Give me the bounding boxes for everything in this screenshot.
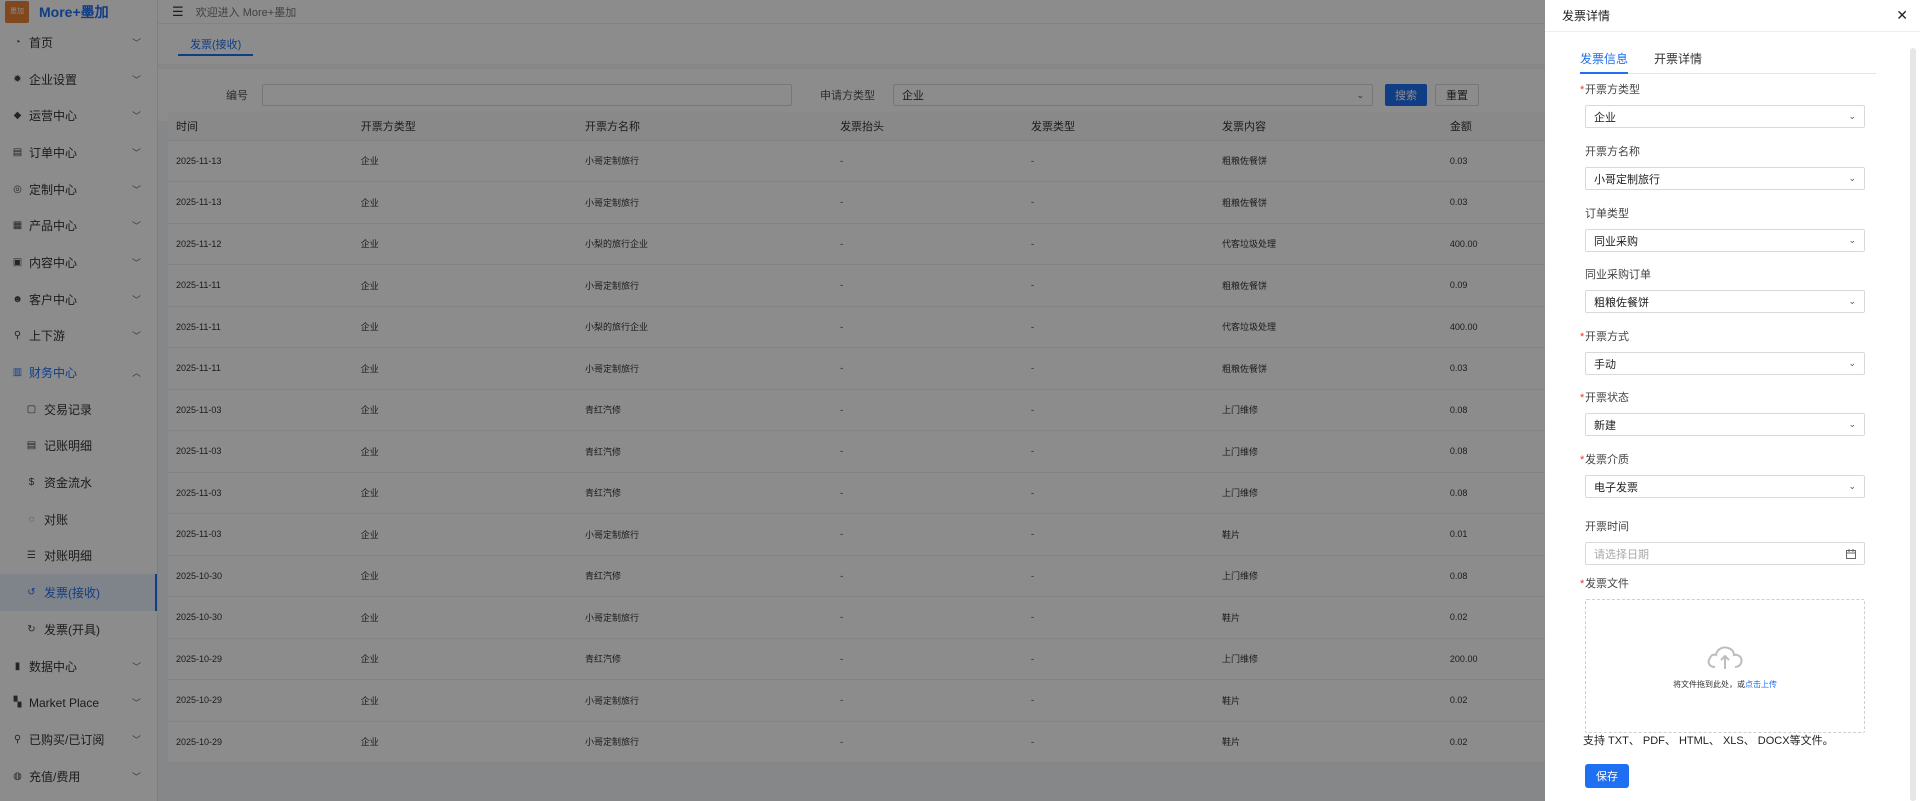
upload-hint: 将文件拖到此处，或点击上传 — [1673, 679, 1777, 690]
drawer-header: 发票详情 ✕ — [1545, 0, 1920, 32]
field-label: 同业采购订单 — [1585, 268, 1865, 282]
required-mark: * — [1580, 454, 1585, 466]
field-label: 订单类型 — [1585, 207, 1865, 221]
required-mark: * — [1580, 331, 1585, 343]
chevron-down-icon: ⌄ — [1848, 358, 1856, 368]
drawer-title: 发票详情 — [1562, 9, 1611, 23]
field-label-text: 同业采购订单 — [1585, 269, 1651, 281]
form-field: 开票方名称小哥定制旅行 ⌄ — [1585, 145, 1865, 190]
field-label-text: 发票介质 — [1585, 454, 1629, 466]
modal-overlay[interactable] — [0, 0, 1545, 801]
required-mark: * — [1580, 84, 1585, 96]
field-label: * 开票状态 — [1580, 391, 1865, 405]
field-label: * 发票介质 — [1580, 453, 1865, 467]
field-select[interactable]: 小哥定制旅行 ⌄ — [1585, 167, 1865, 190]
invoice-time-placeholder: 请选择日期 — [1594, 548, 1649, 561]
field-value: 粗粮佐餐饼 — [1594, 296, 1649, 309]
field-value: 企业 — [1594, 111, 1616, 124]
upload-hint-text: 将文件拖到此处，或 — [1673, 679, 1745, 689]
form-field: * 发票介质电子发票 ⌄ — [1580, 453, 1865, 498]
field-label-text: 开票状态 — [1585, 392, 1629, 404]
chevron-down-icon: ⌄ — [1848, 235, 1856, 245]
tab-invoice-info[interactable]: 发票信息 — [1580, 50, 1629, 74]
chevron-down-icon: ⌄ — [1848, 296, 1856, 306]
click-upload-link[interactable]: 点击上传 — [1745, 680, 1777, 689]
field-label-text: 开票方名称 — [1585, 146, 1640, 158]
save-button[interactable]: 保存 — [1585, 764, 1629, 788]
calendar-icon — [1846, 548, 1856, 559]
field-value: 手动 — [1594, 358, 1616, 371]
field-label-text: 订单类型 — [1585, 208, 1629, 220]
drawer-scrollbar[interactable] — [1910, 48, 1916, 801]
field-value: 小哥定制旅行 — [1594, 173, 1660, 186]
cloud-upload-icon — [1707, 645, 1743, 669]
tab-issue-details[interactable]: 开票详情 — [1654, 50, 1702, 74]
close-icon[interactable]: ✕ — [1896, 7, 1908, 24]
required-mark: * — [1580, 392, 1585, 404]
invoice-file-field: * 发票文件 将文件拖到此处，或点击上传 — [1580, 577, 1865, 733]
invoice-detail-drawer: 发票详情 ✕ 发票信息 开票详情 * 开票方类型 企业 ⌄ 开票方名称 小哥定制旅行 ⌄ 订单… — [1545, 0, 1920, 801]
invoice-file-label-text: 发票文件 — [1585, 578, 1629, 590]
field-label-text: 开票方式 — [1585, 331, 1629, 343]
chevron-down-icon: ⌄ — [1848, 481, 1856, 491]
form-field: 同业采购订单粗粮佐餐饼 ⌄ — [1585, 268, 1865, 313]
field-label: * 开票方类型 — [1580, 83, 1865, 97]
invoice-time-label: 开票时间 — [1585, 521, 1629, 533]
field-label: 开票方名称 — [1585, 145, 1865, 159]
field-select[interactable]: 企业 ⌄ — [1585, 105, 1865, 128]
invoice-time-field: 开票时间 请选择日期 — [1585, 520, 1865, 565]
invoice-time-picker[interactable]: 请选择日期 — [1585, 542, 1865, 565]
field-value: 电子发票 — [1594, 481, 1638, 494]
field-select[interactable]: 粗粮佐餐饼 ⌄ — [1585, 290, 1865, 313]
field-value: 同业采购 — [1594, 235, 1638, 248]
upload-dropzone[interactable]: 将文件拖到此处，或点击上传 — [1585, 599, 1865, 733]
field-value: 新建 — [1594, 419, 1616, 432]
invoice-file-label: * 发票文件 — [1580, 577, 1865, 591]
chevron-down-icon: ⌄ — [1848, 173, 1856, 183]
field-select[interactable]: 同业采购 ⌄ — [1585, 229, 1865, 252]
field-select[interactable]: 手动 ⌄ — [1585, 352, 1865, 375]
form-field: * 开票方式手动 ⌄ — [1580, 330, 1865, 375]
supported-formats-text: 支持 TXT、 PDF、 HTML、 XLS、 DOCX等文件。 — [1583, 735, 1834, 747]
drawer-tabs: 发票信息 开票详情 — [1580, 50, 1876, 74]
chevron-down-icon: ⌄ — [1848, 419, 1856, 429]
form-field: * 开票方类型企业 ⌄ — [1580, 83, 1865, 128]
required-mark: * — [1580, 578, 1585, 590]
field-label: * 开票方式 — [1580, 330, 1865, 344]
form-field: * 开票状态新建 ⌄ — [1580, 391, 1865, 436]
field-select[interactable]: 新建 ⌄ — [1585, 413, 1865, 436]
field-label-text: 开票方类型 — [1585, 84, 1640, 96]
field-select[interactable]: 电子发票 ⌄ — [1585, 475, 1865, 498]
form-field: 订单类型同业采购 ⌄ — [1585, 207, 1865, 252]
chevron-down-icon: ⌄ — [1848, 111, 1856, 121]
